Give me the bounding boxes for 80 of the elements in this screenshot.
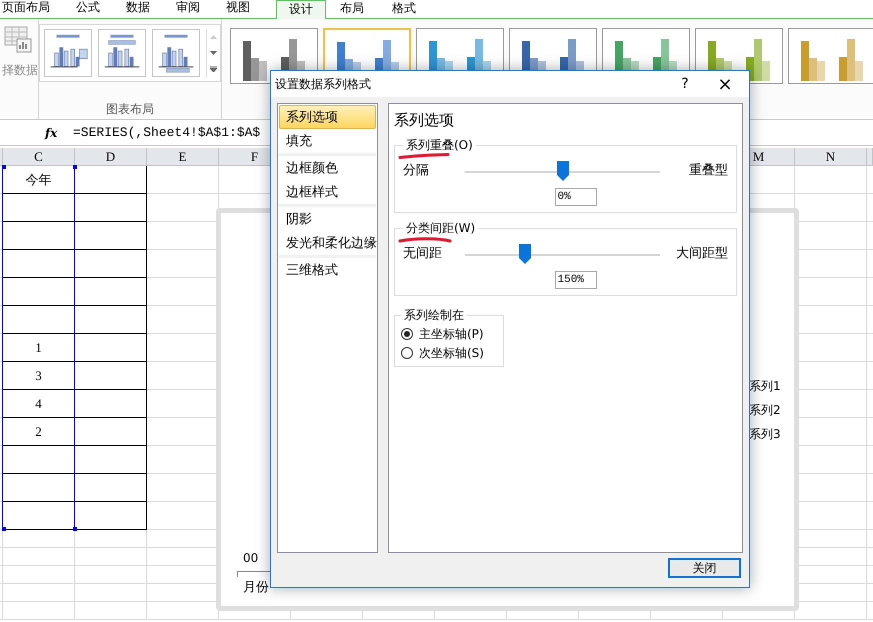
slider-max-label: 大间距型: [675, 245, 728, 264]
selection-handle[interactable]: [2, 527, 6, 531]
ribbon-tab[interactable]: 数据: [126, 0, 150, 18]
table-cell[interactable]: [75, 194, 147, 222]
table-cell[interactable]: [2, 446, 75, 474]
value-field[interactable]: 150%: [554, 271, 596, 289]
scroll-down-icon[interactable]: [210, 51, 217, 55]
radio-label[interactable]: 次坐标轴(S): [419, 344, 484, 362]
table-cell[interactable]: 3: [2, 362, 75, 390]
ribbon-tab[interactable]: 视图: [226, 0, 250, 18]
selection-handle[interactable]: [73, 165, 77, 169]
ribbon-tab[interactable]: 布局: [326, 0, 378, 19]
function-label[interactable]: fx: [45, 124, 63, 142]
axis-title: 月份: [243, 579, 269, 597]
close-button[interactable]: ×: [715, 70, 735, 98]
slider-min-label: 分隔: [403, 162, 430, 180]
ribbon-tab[interactable]: 页面布局: [2, 0, 50, 18]
ribbon-tab[interactable]: 审阅: [176, 0, 200, 18]
scribble-mark: [398, 237, 452, 243]
group-title: 系列重叠(O): [405, 137, 474, 154]
table-cell[interactable]: [2, 502, 75, 530]
legend-label: 系列3: [749, 426, 781, 443]
table-cell[interactable]: [2, 306, 75, 334]
category-item[interactable]: 三维格式: [279, 258, 376, 282]
radio-label[interactable]: 主坐标轴(P): [419, 324, 484, 342]
chart-layout-icon[interactable]: [98, 29, 146, 77]
ribbon-tab[interactable]: 设计: [276, 0, 326, 19]
legend-label: 系列1: [749, 378, 781, 395]
group-title: 分类间距(W): [405, 220, 476, 237]
axis-tick-label: 00: [243, 550, 258, 567]
table-cell[interactable]: [75, 306, 147, 334]
table-cell[interactable]: 1: [2, 334, 75, 362]
table-cell[interactable]: 2: [2, 418, 75, 446]
group-title: 系列绘制在: [403, 307, 465, 324]
table-cell[interactable]: [2, 474, 75, 502]
table-cell[interactable]: [75, 474, 147, 502]
slider-thumb[interactable]: [556, 161, 568, 181]
panel-heading: 系列选项: [394, 110, 455, 130]
category-item[interactable]: 系列选项: [279, 105, 376, 129]
category-item[interactable]: 边框样式: [279, 180, 376, 204]
column-header[interactable]: N: [795, 148, 867, 165]
table-cell[interactable]: [75, 166, 147, 194]
selection-handle[interactable]: [73, 527, 77, 531]
radio-button[interactable]: [401, 328, 413, 340]
value-field[interactable]: 0%: [554, 188, 596, 206]
ribbon-tab[interactable]: 格式: [378, 0, 430, 19]
slider-min-label: 无间距: [403, 245, 443, 264]
more-icon[interactable]: [210, 66, 217, 72]
scribble-mark: [398, 153, 450, 159]
table-cell[interactable]: [75, 362, 147, 390]
table-cell[interactable]: [75, 502, 147, 530]
table-cell[interactable]: 4: [2, 390, 75, 418]
category-item[interactable]: 阴影: [279, 207, 376, 231]
table-cell[interactable]: [2, 250, 75, 278]
close-dialog-button[interactable]: 关闭: [668, 558, 741, 578]
dialog-title: 设置数据系列格式: [275, 76, 372, 93]
table-cell[interactable]: [75, 222, 147, 250]
table-cell[interactable]: [75, 334, 147, 362]
slider-max-label: 重叠型: [688, 162, 728, 180]
ribbon-tab[interactable]: 公式: [76, 0, 100, 18]
table-cell[interactable]: 今年: [2, 166, 75, 194]
table-cell[interactable]: [2, 194, 75, 222]
legend-label: 系列2: [749, 402, 781, 419]
table-cell[interactable]: [75, 446, 147, 474]
table-cell[interactable]: [2, 278, 75, 306]
column-header[interactable]: E: [147, 148, 219, 165]
slider-thumb[interactable]: [519, 244, 532, 264]
table-cell[interactable]: [75, 418, 147, 446]
table-cell[interactable]: [2, 222, 75, 250]
help-button[interactable]: ?: [675, 74, 695, 94]
category-item[interactable]: 发光和柔化边缘: [279, 231, 376, 255]
table-cell[interactable]: [75, 250, 147, 278]
formula-text[interactable]: =SERIES(,Sheet4!$A$1:$A$: [73, 122, 260, 142]
table-cell[interactable]: [75, 390, 147, 418]
radio-button[interactable]: [401, 346, 413, 358]
chart-layout-icon[interactable]: [44, 29, 92, 77]
group-label: 图表布局: [106, 101, 154, 118]
table-cell[interactable]: [75, 278, 147, 306]
chart-layout-icon[interactable]: [152, 29, 200, 77]
selection-handle[interactable]: [2, 165, 6, 169]
